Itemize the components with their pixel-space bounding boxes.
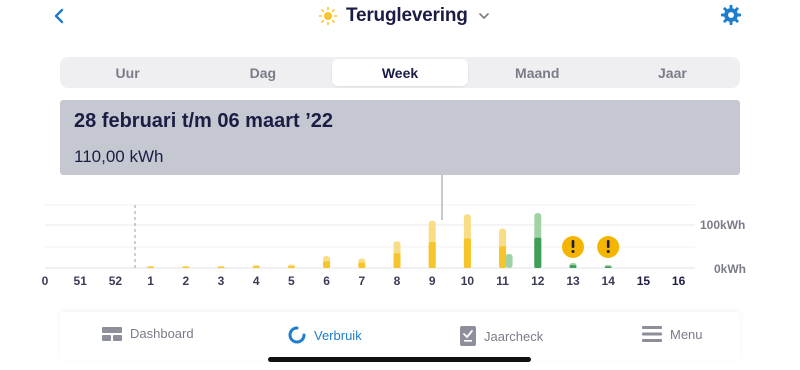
bar-2 xyxy=(182,266,190,268)
bar-8 xyxy=(393,253,401,268)
selection-tooltip: 28 februari t/m 06 maart ’22 110,00 kWh xyxy=(60,100,740,175)
x-tick-1: 1 xyxy=(147,274,154,288)
bar-14 xyxy=(604,266,612,268)
y-tick-top: 100kWh xyxy=(700,218,746,232)
period-tabs: Uur Dag Week Maand Jaar xyxy=(60,57,740,88)
nav-menu[interactable]: Menu xyxy=(642,326,703,342)
x-tick-11: 11 xyxy=(496,274,509,288)
bar-chart: 0 51 52 1 2 3 4 5 6 7 8 9 10 11 12 13 14 15 16 xyxy=(42,204,695,288)
gear-icon xyxy=(720,4,742,26)
bar-12 xyxy=(534,237,542,268)
tab-maand[interactable]: Maand xyxy=(470,57,605,88)
x-tick-13: 13 xyxy=(566,274,580,288)
x-tick-51: 51 xyxy=(74,274,88,288)
nav-jaarcheck-label: Jaarcheck xyxy=(484,328,544,344)
chevron-left-icon xyxy=(54,8,64,24)
bar-5 xyxy=(287,266,295,268)
bar-3 xyxy=(217,266,225,268)
tab-uur[interactable]: Uur xyxy=(60,57,195,88)
warning-icon-bar xyxy=(606,240,610,248)
tab-jaar[interactable]: Jaar xyxy=(605,57,740,88)
x-tick-0: 0 xyxy=(42,274,49,288)
x-tick-3: 3 xyxy=(218,274,225,288)
chevron-down-icon xyxy=(478,13,489,19)
back-button[interactable] xyxy=(50,6,70,26)
x-tick-7: 7 xyxy=(358,274,365,288)
menu-icon xyxy=(642,326,662,342)
dashboard-icon xyxy=(102,326,122,341)
bar-9 xyxy=(428,241,436,268)
x-tick-52: 52 xyxy=(109,274,123,288)
tab-week[interactable]: Week xyxy=(332,59,468,86)
bar-1 xyxy=(147,266,155,268)
nav-jaarcheck[interactable]: Jaarcheck xyxy=(460,326,543,346)
x-tick-10: 10 xyxy=(461,274,475,288)
page-title-dropdown[interactable]: Teruglevering xyxy=(318,4,490,28)
home-indicator xyxy=(268,357,531,362)
tab-dag[interactable]: Dag xyxy=(195,57,330,88)
bar-4 xyxy=(252,266,260,268)
bar-13 xyxy=(569,265,577,268)
bar-6 xyxy=(323,261,331,268)
bottom-navigation: Dashboard Verbruik Jaarcheck Menu xyxy=(60,312,740,360)
nav-dashboard[interactable]: Dashboard xyxy=(102,326,194,341)
bar-11-secondary xyxy=(505,254,513,268)
nav-verbruik[interactable]: Verbruik xyxy=(288,326,362,344)
x-tick-12: 12 xyxy=(531,274,545,288)
x-tick-6: 6 xyxy=(323,274,330,288)
x-tick-2: 2 xyxy=(182,274,189,288)
x-tick-16: 16 xyxy=(672,274,686,288)
tooltip-period: 28 februari t/m 06 maart ’22 xyxy=(74,110,334,132)
checklist-icon xyxy=(460,326,476,346)
bar-11 xyxy=(499,246,507,268)
x-tick-9: 9 xyxy=(429,274,436,288)
x-tick-8: 8 xyxy=(394,274,401,288)
sun-icon xyxy=(318,6,338,26)
warning-icon-dot xyxy=(571,250,575,253)
tooltip-pointer xyxy=(441,175,443,220)
nav-menu-label: Menu xyxy=(670,326,703,342)
warning-icon-dot xyxy=(606,250,610,253)
usage-chart: 0 51 52 1 2 3 4 5 6 7 8 9 10 11 12 13 14 15 16 100kWh 0kWh xyxy=(0,175,800,290)
x-tick-14: 14 xyxy=(602,274,616,288)
nav-dashboard-label: Dashboard xyxy=(130,326,194,341)
nav-verbruik-label: Verbruik xyxy=(314,327,362,343)
x-tick-4: 4 xyxy=(253,274,260,288)
y-tick-bottom: 0kWh xyxy=(714,262,747,276)
bar-10 xyxy=(463,238,471,268)
x-tick-15: 15 xyxy=(637,274,651,288)
bar-7 xyxy=(358,262,366,268)
x-tick-5: 5 xyxy=(288,274,295,288)
page-title: Teruglevering xyxy=(346,5,468,26)
tooltip-value: 110,00 kWh xyxy=(74,147,164,166)
usage-icon xyxy=(288,326,306,344)
settings-button[interactable] xyxy=(720,4,742,26)
warning-icon-bar xyxy=(571,240,575,248)
